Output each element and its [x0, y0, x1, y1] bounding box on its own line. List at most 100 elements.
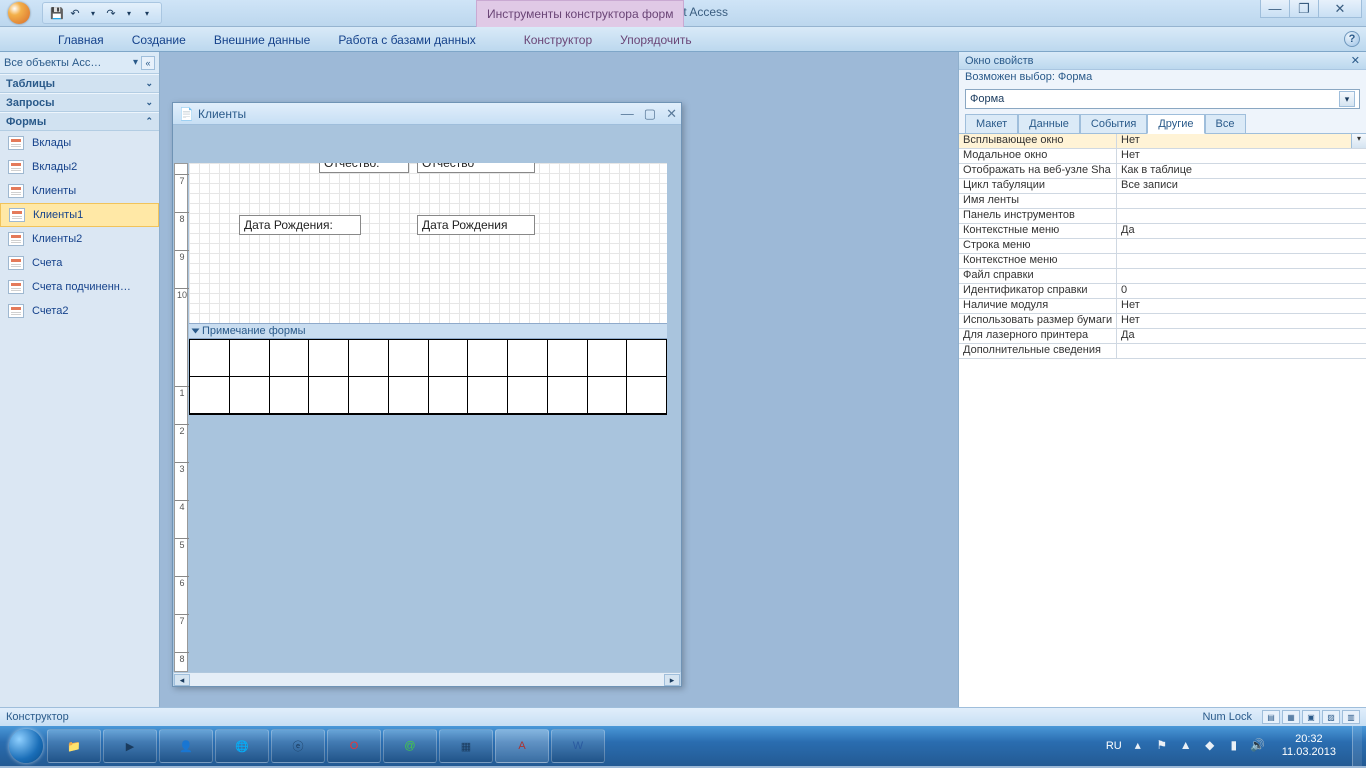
- nav-item-Счета[interactable]: Счета: [0, 251, 159, 275]
- text-control[interactable]: Дата Рождения: [417, 215, 535, 235]
- taskbar-wmp[interactable]: ▶: [103, 729, 157, 763]
- property-row[interactable]: Модальное окноНет: [959, 149, 1366, 164]
- view-btn-1[interactable]: ▤: [1262, 710, 1280, 724]
- property-row[interactable]: Контекстное меню: [959, 254, 1366, 269]
- property-sheet-close-icon[interactable]: ✕: [1351, 54, 1360, 67]
- taskbar-access[interactable]: A: [495, 729, 549, 763]
- section-label: Примечание формы: [202, 325, 305, 337]
- form-body: 7891012345678 Отчество: Отчество Дата Рожд…: [173, 125, 681, 672]
- property-row[interactable]: Идентификатор справки0: [959, 284, 1366, 299]
- office-button[interactable]: [0, 0, 38, 27]
- tray-clock[interactable]: 20:32 11.03.2013: [1274, 733, 1344, 759]
- property-row[interactable]: Для лазерного принтераДа: [959, 329, 1366, 344]
- minimize-button[interactable]: —: [1260, 0, 1290, 18]
- qat-customize-icon[interactable]: ▾: [139, 5, 155, 21]
- save-icon[interactable]: 💾: [49, 5, 65, 21]
- chevron-down-icon[interactable]: ▾: [133, 57, 138, 68]
- nav-item-Счета2[interactable]: Счета2: [0, 299, 159, 323]
- property-row[interactable]: Использовать размер бумагиНет: [959, 314, 1366, 329]
- property-row[interactable]: Всплывающее окноНет▾: [959, 134, 1366, 149]
- property-row[interactable]: Отображать на веб-узле ShaКак в таблице: [959, 164, 1366, 179]
- maximize-button[interactable]: ❐: [1289, 0, 1319, 18]
- property-tab-Макет[interactable]: Макет: [965, 114, 1018, 134]
- form-window-titlebar[interactable]: 📄 Клиенты — ▢ ✕: [173, 103, 681, 125]
- help-icon[interactable]: ?: [1344, 31, 1360, 47]
- property-row[interactable]: Цикл табуляцииВсе записи: [959, 179, 1366, 194]
- label-control[interactable]: Отчество:: [319, 163, 409, 173]
- nav-item-Клиенты2[interactable]: Клиенты2: [0, 227, 159, 251]
- ribbon-tab-external[interactable]: Внешние данные: [200, 29, 325, 51]
- form-maximize-button[interactable]: ▢: [644, 106, 656, 122]
- view-btn-4[interactable]: ▨: [1322, 710, 1340, 724]
- start-button[interactable]: [6, 726, 46, 766]
- label-control[interactable]: Дата Рождения:: [239, 215, 361, 235]
- property-row[interactable]: Панель инструментов: [959, 209, 1366, 224]
- taskbar-vbox[interactable]: ▦: [439, 729, 493, 763]
- text-control[interactable]: Отчество: [417, 163, 535, 173]
- taskbar-chrome[interactable]: 🌐: [215, 729, 269, 763]
- redo-icon[interactable]: ↷: [103, 5, 119, 21]
- property-tab-Данные[interactable]: Данные: [1018, 114, 1080, 134]
- tray-shield-icon[interactable]: ▲: [1178, 738, 1194, 754]
- form-footer-section[interactable]: [189, 339, 667, 415]
- nav-section-tables[interactable]: Таблицы⌄: [0, 74, 159, 93]
- taskbar-ie[interactable]: ⓔ: [271, 729, 325, 763]
- property-object-combo[interactable]: Форма ▾: [965, 89, 1360, 109]
- nav-header[interactable]: Все объекты Acc… ▾ «: [0, 52, 159, 74]
- taskbar-app2[interactable]: @: [383, 729, 437, 763]
- property-row[interactable]: Дополнительные сведения: [959, 344, 1366, 359]
- form-close-button[interactable]: ✕: [666, 106, 677, 122]
- ribbon-tab-arrange[interactable]: Упорядочить: [606, 29, 705, 51]
- view-btn-5[interactable]: ▥: [1342, 710, 1360, 724]
- detail-section[interactable]: Отчество: Отчество Дата Рождения: Дата Рожд…: [189, 163, 667, 323]
- design-surface[interactable]: Отчество: Отчество Дата Рождения: Дата Рожд…: [189, 163, 667, 672]
- undo-dropdown-icon[interactable]: ▾: [85, 5, 101, 21]
- property-tab-Другие[interactable]: Другие: [1147, 114, 1204, 134]
- tray-flag-icon[interactable]: ⚑: [1154, 738, 1170, 754]
- taskbar-word[interactable]: W: [551, 729, 605, 763]
- nav-item-Вклады[interactable]: Вклады: [0, 131, 159, 155]
- scroll-right-icon[interactable]: ▸: [664, 674, 680, 686]
- scroll-left-icon[interactable]: ◂: [174, 674, 190, 686]
- nav-section-forms[interactable]: Формы⌃: [0, 112, 159, 131]
- nav-section-queries[interactable]: Запросы⌄: [0, 93, 159, 112]
- tray-up-icon[interactable]: ▴: [1130, 738, 1146, 754]
- view-btn-2[interactable]: ▦: [1282, 710, 1300, 724]
- taskbar-opera[interactable]: O: [327, 729, 381, 763]
- show-desktop-button[interactable]: [1352, 726, 1362, 766]
- property-row[interactable]: Наличие модуляНет: [959, 299, 1366, 314]
- form-footer-bar[interactable]: Примечание формы: [189, 323, 667, 339]
- dropdown-icon[interactable]: ▾: [1351, 134, 1366, 148]
- property-row[interactable]: Файл справки: [959, 269, 1366, 284]
- nav-item-Клиенты[interactable]: Клиенты: [0, 179, 159, 203]
- nav-item-Клиенты1[interactable]: Клиенты1: [0, 203, 159, 227]
- lang-indicator[interactable]: RU: [1106, 740, 1122, 752]
- property-row[interactable]: Строка меню: [959, 239, 1366, 254]
- vertical-ruler[interactable]: 7891012345678: [174, 163, 188, 672]
- horizontal-scrollbar[interactable]: ◂ ▸: [174, 672, 680, 686]
- dropdown-icon[interactable]: ▾: [1339, 91, 1355, 107]
- contextual-tab-title: Инструменты конструктора форм: [476, 0, 684, 27]
- property-tab-События[interactable]: События: [1080, 114, 1147, 134]
- form-minimize-button[interactable]: —: [621, 106, 634, 122]
- nav-item-Вклады2[interactable]: Вклады2: [0, 155, 159, 179]
- property-tab-Все[interactable]: Все: [1205, 114, 1246, 134]
- nav-item-Счета подчиненн…[interactable]: Счета подчиненн…: [0, 275, 159, 299]
- close-button[interactable]: ✕: [1318, 0, 1362, 18]
- collapse-nav-icon[interactable]: «: [141, 56, 155, 70]
- status-mode: Конструктор: [6, 711, 69, 723]
- property-row[interactable]: Имя ленты: [959, 194, 1366, 209]
- tray-app-icon[interactable]: ◆: [1202, 738, 1218, 754]
- ribbon-tab-home[interactable]: Главная: [44, 29, 118, 51]
- taskbar-explorer[interactable]: 📁: [47, 729, 101, 763]
- redo-dropdown-icon[interactable]: ▾: [121, 5, 137, 21]
- ribbon-tab-db[interactable]: Работа с базами данных: [324, 29, 489, 51]
- tray-network-icon[interactable]: ▮: [1226, 738, 1242, 754]
- ribbon-tab-design[interactable]: Конструктор: [510, 29, 606, 51]
- undo-icon[interactable]: ↶: [67, 5, 83, 21]
- taskbar-app1[interactable]: 👤: [159, 729, 213, 763]
- ribbon-tab-create[interactable]: Создание: [118, 29, 200, 51]
- property-row[interactable]: Контекстные менюДа: [959, 224, 1366, 239]
- view-btn-3[interactable]: ▣: [1302, 710, 1320, 724]
- tray-volume-icon[interactable]: 🔊: [1250, 738, 1266, 754]
